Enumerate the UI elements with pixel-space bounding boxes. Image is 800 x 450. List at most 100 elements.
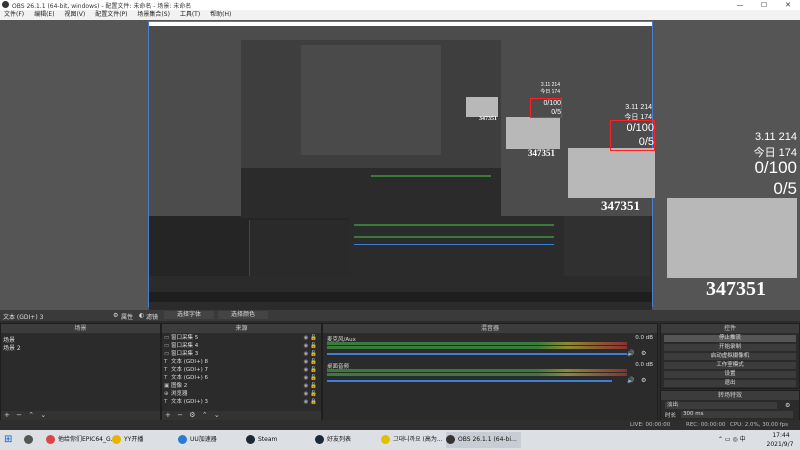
visibility-lock-icon[interactable]: ◉ 🔓 — [304, 350, 317, 358]
text-icon: T — [164, 367, 168, 373]
visibility-lock-icon[interactable]: ◉ 🔓 — [304, 382, 317, 390]
select-color-button[interactable]: 选择颜色 — [218, 311, 268, 319]
move-up-icon[interactable]: ⌃ — [202, 411, 208, 419]
move-up-icon[interactable]: ⌃ — [28, 411, 34, 419]
properties-button[interactable]: 属性 — [121, 312, 133, 321]
clock-date[interactable]: 2021/9/7 — [760, 441, 800, 448]
source-item[interactable]: ▭ 窗口采集 4 ◉ 🔓 — [164, 342, 319, 350]
gear-icon[interactable]: ⚙ — [641, 350, 646, 357]
add-icon[interactable]: + — [4, 411, 10, 419]
filter-icon[interactable]: ◐ — [139, 312, 144, 319]
visibility-lock-icon[interactable]: ◉ 🔓 — [304, 334, 317, 342]
transitions-panel: 转场特效 淡出 ⚙ 时长 300 ms — [660, 390, 800, 421]
windows-taskbar: ⊞ 他给你们EPIC64_G... YY开播 UU加速器 Steam 好友列表 … — [0, 430, 800, 450]
menu-bar: 文件(F) 编辑(E) 视图(V) 配置文件(P) 场景集合(S) 工具(T) … — [0, 10, 800, 20]
cortana-icon[interactable] — [24, 432, 36, 448]
move-down-icon[interactable]: ⌄ — [214, 411, 220, 419]
volume-slider[interactable] — [327, 380, 612, 382]
menu-scene-collection[interactable]: 场景集合(S) — [137, 10, 170, 20]
visibility-lock-icon[interactable]: ◉ 🔓 — [304, 374, 317, 382]
duration-label: 时长 — [665, 413, 677, 419]
speaker-icon[interactable]: 🔊 — [627, 377, 634, 384]
taskbar-item-uu[interactable]: UU加速器 — [178, 432, 217, 448]
source-item[interactable]: T 文本 (GDI+) 3 ◉ 🔒 — [164, 398, 319, 406]
scenes-panel: 场景 场景 场景 2 + − ⌃ ⌄ — [0, 323, 161, 421]
overlay-ratio-2: 0/100 — [626, 122, 654, 134]
source-item[interactable]: ▭ 窗口采集 5 ◉ 🔓 — [164, 334, 319, 342]
maximize-button[interactable]: ☐ — [752, 0, 776, 10]
remove-icon[interactable]: − — [177, 411, 183, 419]
source-toolbar: 文本 (GDI+) 3 ⚙ 属性 ◐ 滤镜 选择字体 选择颜色 — [0, 310, 800, 321]
sources-panel-header: 来源 — [162, 324, 321, 333]
sources-panel: 来源 ▭ 窗口采集 5 ◉ 🔓 ▭ 窗口采集 4 ◉ 🔓 ▭ 窗口采集 3 ◉ 🔓 T 文本 … — [161, 323, 322, 421]
mixer-panel-header: 混音器 — [323, 324, 657, 333]
stop-streaming-button[interactable]: 停止推流 — [664, 335, 796, 342]
visibility-lock-icon[interactable]: ◉ 🔓 — [304, 358, 317, 366]
image-icon: ▣ — [164, 383, 170, 389]
menu-edit[interactable]: 编辑(E) — [34, 10, 54, 20]
taskbar-item-steam[interactable]: Steam — [246, 432, 277, 448]
studio-mode-button[interactable]: 工作室模式 — [664, 362, 796, 369]
volume-slider[interactable] — [327, 353, 627, 355]
exit-button[interactable]: 退出 — [664, 380, 796, 387]
globe-icon: ⊕ — [164, 391, 169, 397]
sources-footer: + − ⚙ ⌃ ⌄ — [162, 411, 321, 420]
virtual-camera-button[interactable]: 启动虚拟摄像机 — [664, 353, 796, 360]
add-icon[interactable]: + — [165, 411, 171, 419]
remove-icon[interactable]: − — [16, 411, 22, 419]
source-item[interactable]: ▣ 图像 2 ◉ 🔓 — [164, 382, 319, 390]
camera-capture-recursion-1 — [568, 148, 655, 198]
source-item[interactable]: T 文本 (GDI+) 7 ◉ 🔓 — [164, 366, 319, 374]
taskbar-item-obs[interactable]: OBS 26.1.1 (64-bi... — [446, 432, 521, 448]
settings-button[interactable]: 设置 — [664, 371, 796, 378]
text-icon: T — [164, 359, 168, 365]
taskbar-item-friends[interactable]: 好友列表 — [315, 432, 351, 448]
gear-icon[interactable]: ⚙ — [113, 312, 118, 319]
scene-item[interactable]: 场景 2 — [3, 343, 21, 352]
text-icon: T — [164, 375, 168, 381]
mixer-channel-db: 0.0 dB — [635, 335, 653, 341]
clock-time[interactable]: 17:44 — [764, 432, 798, 439]
source-item[interactable]: T 文本 (GDI+) 8 ◉ 🔓 — [164, 358, 319, 366]
filters-button[interactable]: 滤镜 — [146, 312, 158, 321]
taskbar-item-chrome[interactable]: 他给你们EPIC64_G... — [46, 432, 116, 448]
gear-icon[interactable]: ⚙ — [785, 402, 790, 409]
menu-help[interactable]: 帮助(H) — [210, 10, 231, 20]
taskbar-item-music[interactable]: 그대니까요 (高为... — [381, 432, 443, 448]
audio-meter — [327, 346, 627, 349]
visibility-lock-icon[interactable]: ◉ 🔓 — [304, 366, 317, 374]
gear-icon[interactable]: ⚙ — [189, 411, 195, 419]
duration-input[interactable]: 300 ms — [681, 411, 793, 418]
scenes-footer: + − ⌃ ⌄ — [1, 411, 160, 420]
source-item[interactable]: T 文本 (GDI+) 6 ◉ 🔓 — [164, 374, 319, 382]
windows-start-icon[interactable]: ⊞ — [4, 432, 12, 448]
text-icon: T — [164, 399, 168, 405]
visibility-lock-icon[interactable]: ◉ 🔒 — [304, 398, 317, 406]
speaker-icon[interactable]: 🔊 — [627, 350, 634, 357]
overlay-counter-box-2: 0/100 0/5 — [610, 120, 655, 151]
gear-icon[interactable]: ⚙ — [641, 377, 646, 384]
menu-file[interactable]: 文件(F) — [4, 10, 24, 20]
visibility-lock-icon[interactable]: ◉ 🔓 — [304, 342, 317, 350]
overlay-number: 347351 — [706, 278, 766, 300]
camera-capture — [667, 198, 797, 278]
visibility-lock-icon[interactable]: ◉ 🔓 — [304, 390, 317, 398]
start-recording-button[interactable]: 开始录制 — [664, 344, 796, 351]
source-item[interactable]: ▭ 窗口采集 3 ◉ 🔓 — [164, 350, 319, 358]
window-icon: ▭ — [164, 343, 170, 349]
scenes-panel-header: 场景 — [1, 324, 160, 333]
status-bar: LIVE: 00:00:00 REC: 00:00:00 CPU: 2.0%, … — [0, 420, 800, 430]
close-button[interactable]: ✕ — [776, 0, 800, 10]
source-item[interactable]: ⊕ 浏览器 ◉ 🔓 — [164, 390, 319, 398]
menu-profile[interactable]: 配置文件(P) — [95, 10, 127, 20]
nested-dock — [149, 216, 652, 310]
menu-tools[interactable]: 工具(T) — [180, 10, 200, 20]
minimize-button[interactable]: — — [728, 0, 752, 10]
transition-select[interactable]: 淡出 — [665, 402, 777, 409]
move-down-icon[interactable]: ⌄ — [40, 411, 46, 419]
select-font-button[interactable]: 选择字体 — [164, 311, 214, 319]
system-tray-icons[interactable]: ⌃ ▭ ◎ 中 — [718, 432, 746, 448]
taskbar-item-yy[interactable]: YY开播 — [112, 432, 143, 448]
overlay-ratio: 0/100 — [754, 158, 797, 177]
menu-view[interactable]: 视图(V) — [64, 10, 85, 20]
